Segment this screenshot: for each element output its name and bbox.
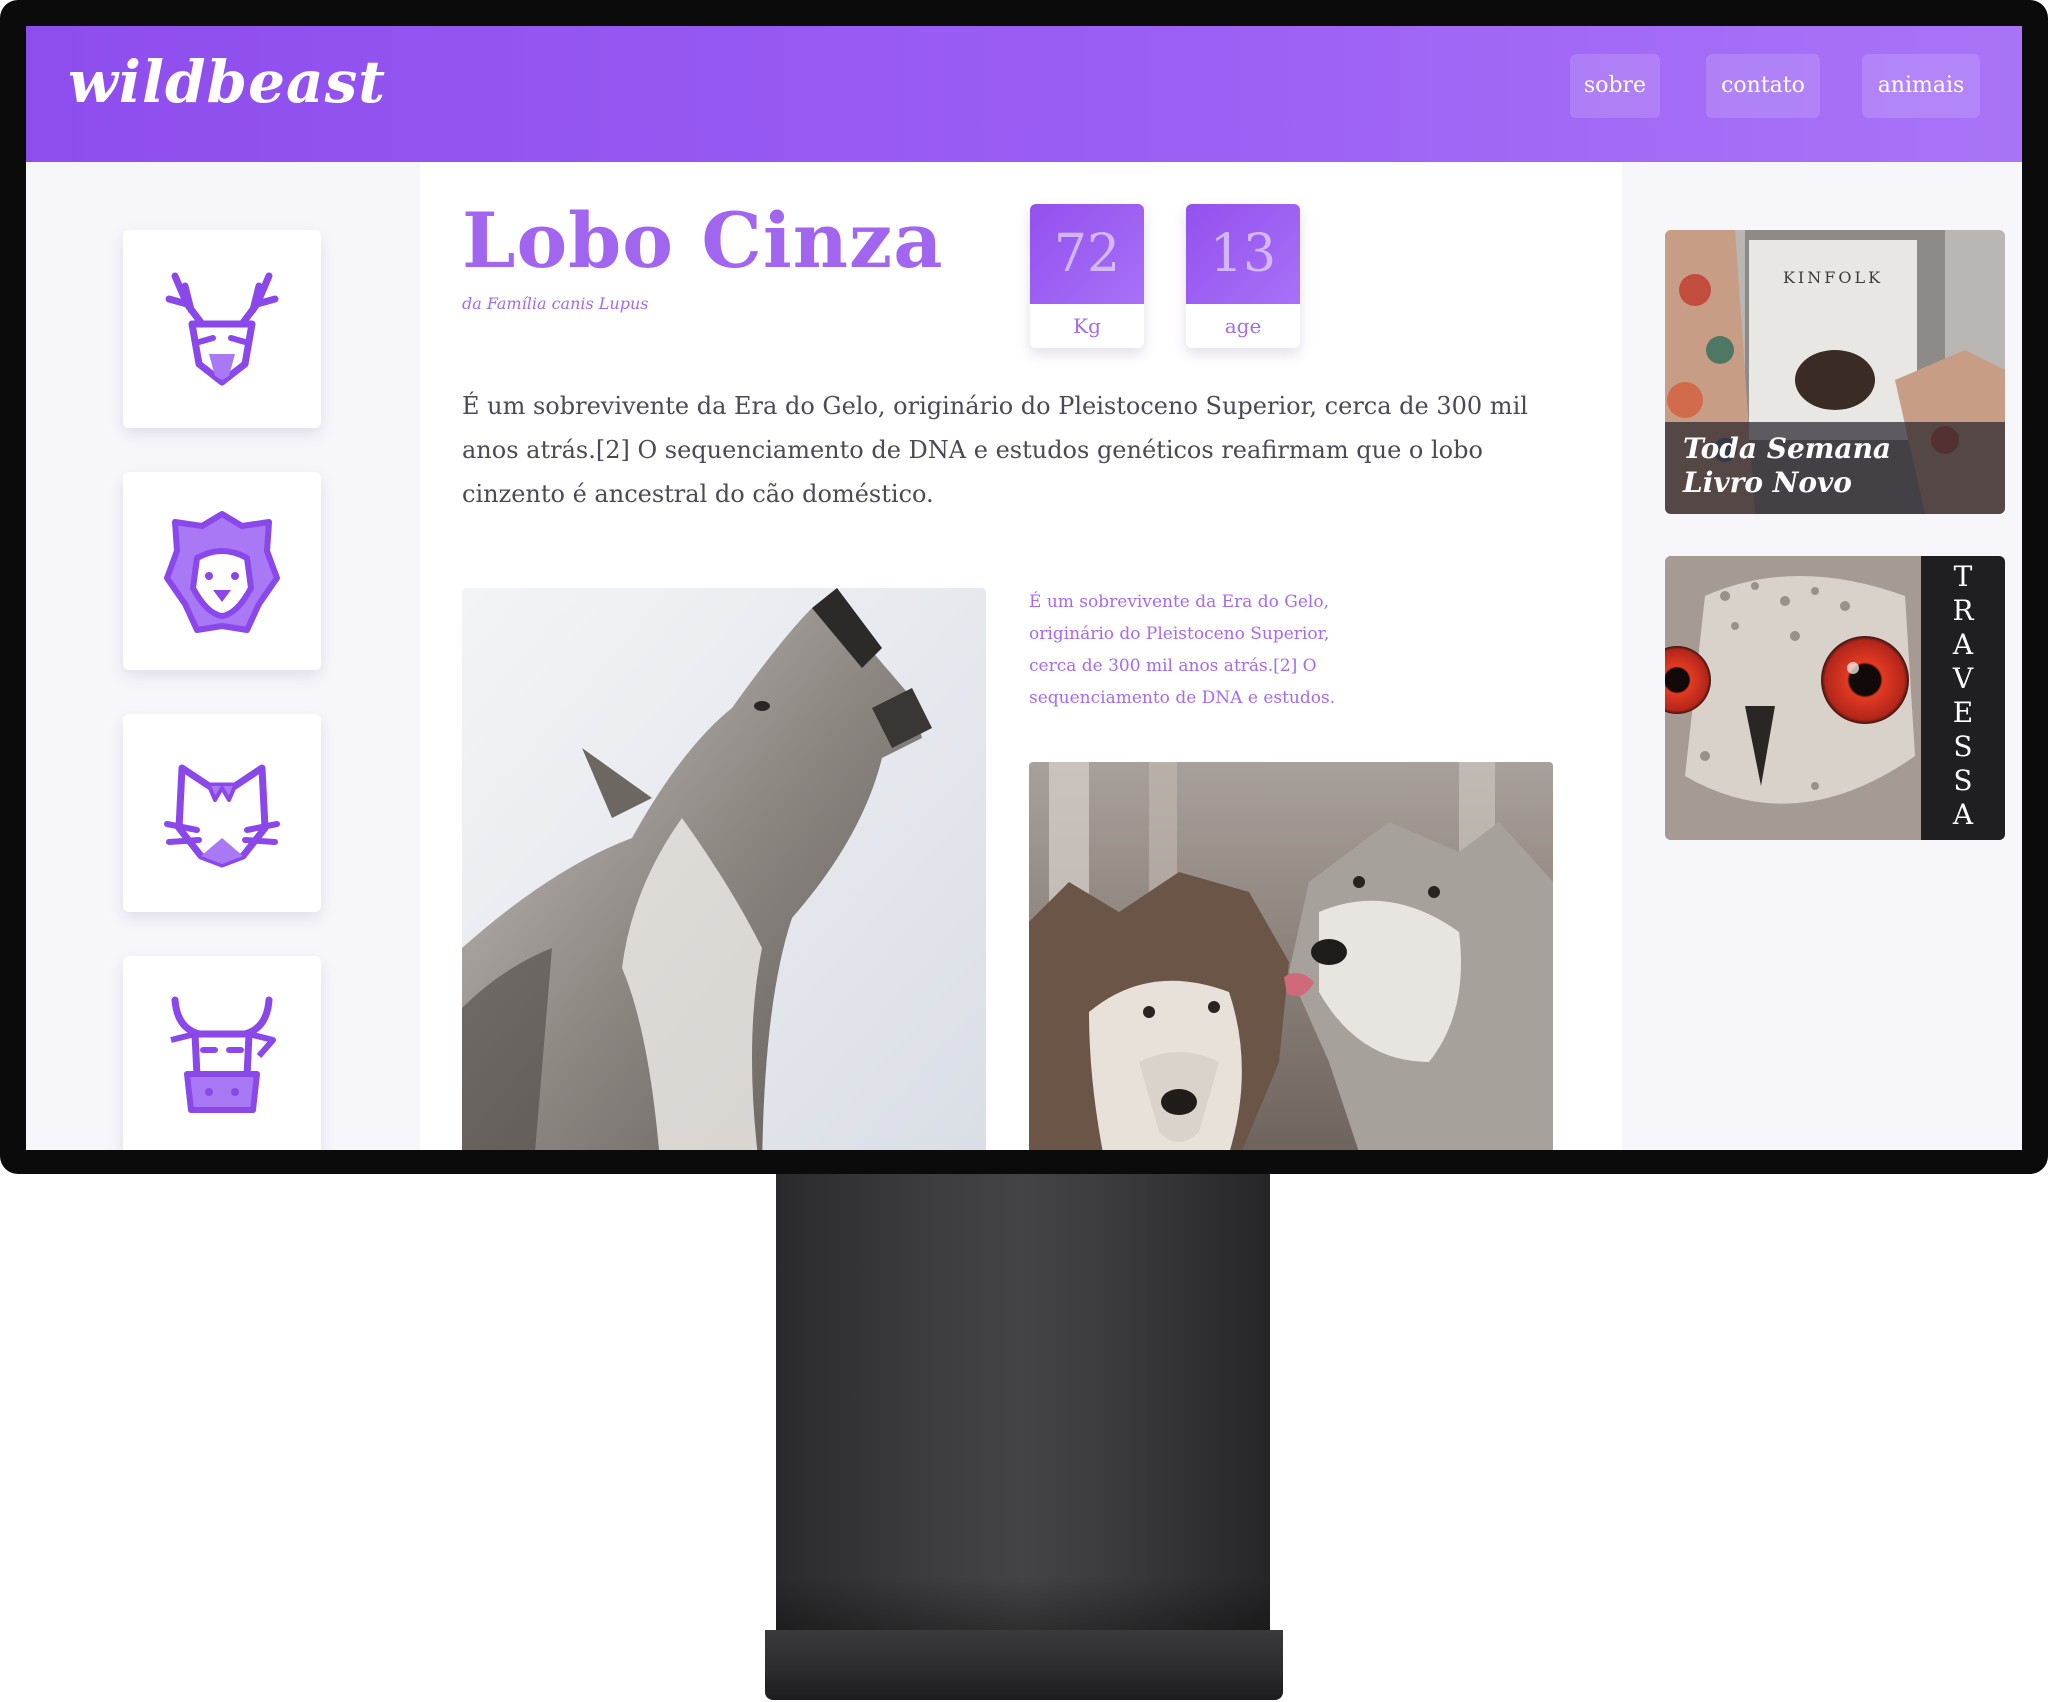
brand-letter: A	[1952, 628, 1974, 661]
brand-letter: A	[1952, 798, 1974, 831]
brand-letter: S	[1953, 764, 1973, 797]
wolves-pair-photo	[1029, 762, 1553, 1150]
screen: wildbeast sobre contato animais Lobo Cin…	[26, 26, 2022, 1150]
ad-travessa[interactable]: T R A V E S S A	[1665, 556, 2005, 840]
animal-card-deer[interactable]	[123, 230, 321, 428]
brand-letter: E	[1952, 696, 1974, 729]
deer-icon	[165, 272, 279, 386]
nav-animais[interactable]: animais	[1862, 54, 1980, 118]
page-title: Lobo Cinza	[462, 196, 944, 285]
stat-weight: 72 Kg	[1030, 204, 1144, 348]
stat-age-value: 13	[1186, 204, 1300, 304]
kinfolk-caption: Toda Semana Livro Novo	[1665, 422, 2005, 514]
animal-sidebar	[26, 162, 420, 1150]
nav-sobre[interactable]: sobre	[1570, 54, 1660, 118]
travessa-brand-strip: T R A V E S S A	[1921, 556, 2005, 840]
page-subtitle: da Família canis Lupus	[462, 294, 649, 313]
kinfolk-line2: Livro Novo	[1683, 466, 1852, 499]
lion-icon	[164, 511, 280, 633]
bull-icon	[170, 996, 276, 1113]
kinfolk-magazine-title: KINFOLK	[1782, 268, 1884, 287]
monitor-bezel: wildbeast sobre contato animais Lobo Cin…	[0, 0, 2048, 1174]
monitor-stand-neck	[776, 1174, 1270, 1636]
brand-letter: R	[1952, 594, 1974, 627]
stat-age: 13 age	[1186, 204, 1300, 348]
cat-icon	[164, 764, 280, 868]
site-header: wildbeast sobre contato animais	[26, 26, 2022, 162]
ad-kinfolk[interactable]: KINFOLK Toda Semana Livro Novo	[1665, 230, 2005, 514]
site-logo[interactable]: wildbeast	[68, 48, 386, 116]
main-content: Lobo Cinza da Família canis Lupus 72 Kg …	[420, 162, 1622, 1150]
monitor-stand-base	[765, 1630, 1283, 1700]
howling-wolf-photo	[462, 588, 986, 1150]
stat-weight-label: Kg	[1073, 314, 1101, 338]
animal-card-cat[interactable]	[123, 714, 321, 912]
nav-contato[interactable]: contato	[1706, 54, 1820, 118]
kinfolk-line1: Toda Semana	[1683, 432, 1892, 465]
ads-sidebar: KINFOLK Toda Semana Livro Novo T R A V E…	[1622, 162, 2022, 1150]
photo-caption: É um sobrevivente da Era do Gelo, origin…	[1029, 592, 1336, 708]
stat-weight-value: 72	[1030, 204, 1144, 304]
brand-letter: S	[1953, 730, 1973, 763]
animal-card-bull[interactable]	[123, 956, 321, 1150]
animal-card-lion[interactable]	[123, 472, 321, 670]
article-body: É um sobrevivente da Era do Gelo, origin…	[462, 392, 1528, 508]
stat-age-label: age	[1224, 314, 1262, 338]
brand-letter: T	[1953, 560, 1973, 593]
brand-letter: V	[1952, 662, 1974, 695]
